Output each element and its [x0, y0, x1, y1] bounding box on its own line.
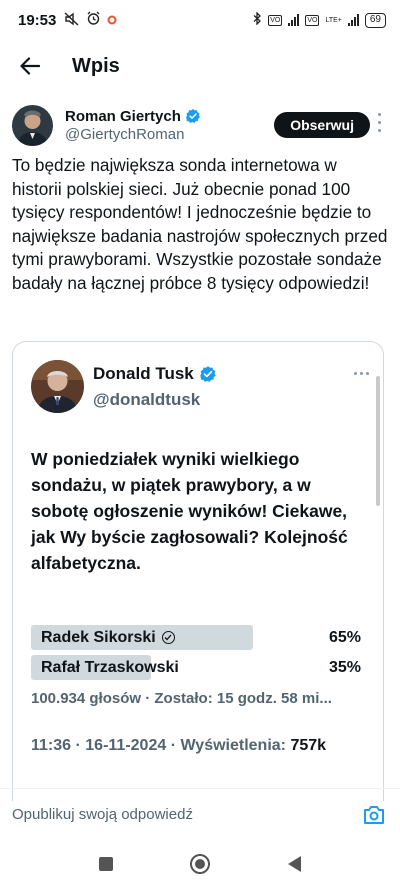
more-horiz-icon[interactable]: [354, 372, 369, 375]
quoted-author-name: Donald Tusk: [93, 363, 194, 383]
reply-input[interactable]: Opublikuj swoją odpowiedź: [12, 806, 360, 823]
views-count: 757k: [290, 737, 327, 754]
post-time[interactable]: 11:36: [31, 737, 71, 754]
back-arrow-icon: [20, 57, 40, 75]
alarm-icon: [86, 11, 101, 29]
quoted-author-name-line[interactable]: Donald Tusk: [93, 364, 217, 384]
app-notification-icon: [107, 12, 117, 28]
quoted-post-card[interactable]: Donald Tusk @donaldtusk W poniedziałek w…: [12, 341, 384, 801]
nav-square-icon: [99, 857, 113, 871]
poll-option-percent: 35%: [328, 658, 361, 676]
back-button[interactable]: [0, 40, 60, 92]
quoted-author-handle: @donaldtusk: [93, 389, 201, 409]
nav-home-icon: [190, 854, 210, 874]
poll-option-text: Radek Sikorski: [41, 628, 156, 646]
battery-icon: 69: [364, 12, 386, 28]
status-bar: 19:53 VO VO LTE+ 69: [0, 0, 400, 40]
mute-icon: [64, 11, 80, 29]
battery-level: 69: [369, 14, 381, 25]
verified-badge-icon: [199, 365, 216, 382]
poll-option[interactable]: Radek Sikorski 65%: [31, 625, 361, 650]
status-system-icons: VO VO LTE+ 69: [253, 11, 386, 28]
check-circle-icon: [161, 631, 175, 644]
poll-option-label: Rafał Trzaskowski: [41, 659, 179, 677]
signal-icon-2: [347, 14, 359, 26]
nav-home-button[interactable]: [188, 852, 212, 876]
quoted-post-text: W poniedziałek wyniki wielkiego sondażu,…: [31, 449, 348, 573]
bluetooth-icon: [253, 11, 262, 28]
views-label: Wyświetlenia:: [180, 737, 286, 754]
quoted-author-avatar[interactable]: [31, 360, 84, 413]
verified-badge-icon: [185, 109, 200, 123]
author-name: Roman Giertych: [65, 107, 181, 125]
author-handle: @GiertychRoman: [65, 125, 185, 143]
lte-label: LTE+: [325, 16, 342, 24]
camera-icon: [364, 805, 384, 824]
volte-icon-2: VO: [305, 14, 320, 26]
author-name-line[interactable]: Roman Giertych: [65, 108, 201, 125]
volte-icon: VO: [268, 14, 283, 26]
reply-bar: Opublikuj swoją odpowiedź: [0, 788, 400, 840]
app-header: Wpis: [0, 40, 400, 92]
poll-option[interactable]: Rafał Trzaskowski 35%: [31, 655, 361, 680]
follow-button[interactable]: Obserwuj: [274, 112, 370, 138]
poll-option-label: Radek Sikorski: [41, 629, 175, 647]
author-avatar[interactable]: [12, 104, 53, 146]
nav-back-icon: [288, 856, 301, 872]
quoted-author-names: Donald Tusk @donaldtusk: [93, 364, 217, 410]
post-author-row: Roman Giertych @GiertychRoman Obserwuj: [12, 100, 388, 150]
status-time: 19:53: [18, 11, 57, 29]
poll-meta: 100.934 głosów · Zostało: 15 godz. 58 mi…: [31, 690, 332, 707]
system-nav-bar: [0, 840, 400, 888]
signal-icon: [288, 14, 300, 26]
scrollbar[interactable]: [376, 376, 380, 506]
post-timestamp-line: 11:36 · 16-11-2024 · Wyświetlenia: 757k: [31, 737, 327, 754]
more-vert-icon[interactable]: [372, 110, 386, 134]
page-title: Wpis: [72, 54, 120, 77]
post-date[interactable]: 16-11-2024: [85, 737, 166, 754]
nav-back-button[interactable]: [282, 852, 306, 876]
nav-recents-button[interactable]: [94, 852, 118, 876]
quoted-author-row: Donald Tusk @donaldtusk: [31, 360, 217, 413]
post-text: To będzie największa sonda internetowa w…: [12, 155, 388, 293]
camera-button[interactable]: [360, 801, 388, 829]
poll-option-text: Rafał Trzaskowski: [41, 658, 179, 676]
author-names: Roman Giertych @GiertychRoman: [65, 108, 201, 143]
poll: Radek Sikorski 65% Rafał Trzaskowski 35%: [31, 625, 361, 685]
status-notification-icons: [64, 11, 117, 29]
poll-option-percent: 65%: [328, 628, 361, 646]
